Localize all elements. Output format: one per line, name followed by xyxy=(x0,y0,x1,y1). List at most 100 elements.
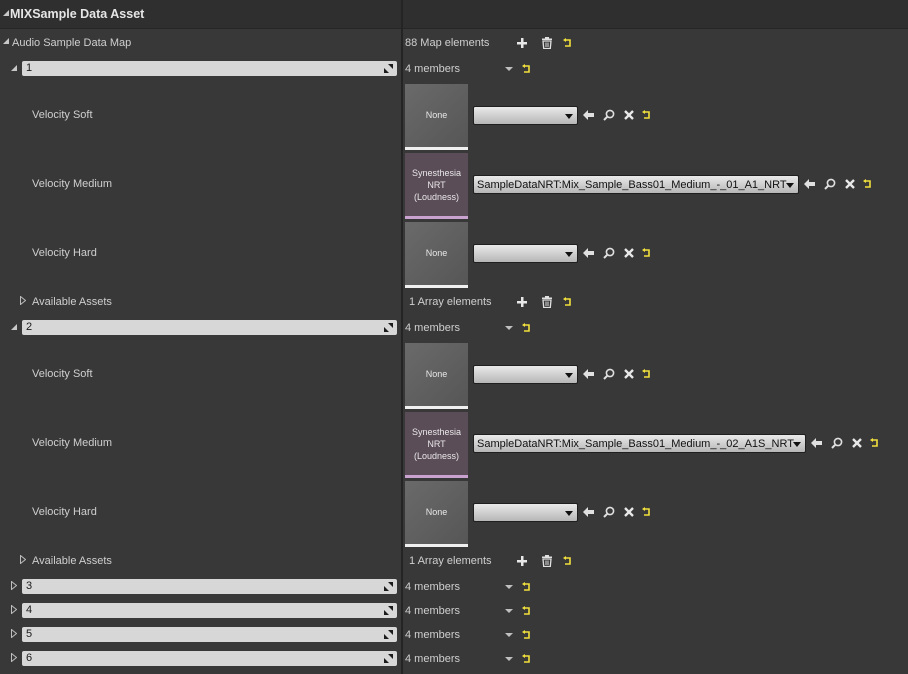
plus-icon[interactable] xyxy=(516,555,528,567)
members-count: 4 members xyxy=(405,629,461,641)
asset-picker-dropdown[interactable]: SampleDataNRT:Mix_Sample_Bass01_Medium_-… xyxy=(473,434,806,453)
x-icon[interactable] xyxy=(851,437,863,449)
map-key-field[interactable]: 3 xyxy=(22,579,397,594)
left-arrow-icon[interactable] xyxy=(583,247,595,259)
reset-arrow-icon[interactable] xyxy=(563,297,573,307)
reset-arrow-icon[interactable] xyxy=(642,110,652,120)
resize-icon[interactable] xyxy=(384,64,393,73)
array-count: 1 Array elements xyxy=(409,296,492,308)
velocity-hard-label: Velocity Hard xyxy=(32,506,97,518)
reset-arrow-icon[interactable] xyxy=(522,582,532,592)
asset-picker-dropdown[interactable] xyxy=(473,106,578,125)
chevron-down-icon[interactable] xyxy=(505,326,513,330)
asset-thumbnail[interactable]: None xyxy=(405,222,468,288)
velocity-soft-label: Velocity Soft xyxy=(32,109,93,121)
x-icon[interactable] xyxy=(623,109,635,121)
map-label: Audio Sample Data Map xyxy=(12,37,132,49)
reset-arrow-icon[interactable] xyxy=(642,369,652,379)
x-icon[interactable] xyxy=(623,506,635,518)
collapse-icon[interactable] xyxy=(3,10,9,16)
x-icon[interactable] xyxy=(844,178,856,190)
asset-thumbnail[interactable]: None xyxy=(405,84,468,150)
chevron-down-icon[interactable] xyxy=(505,633,513,637)
asset-thumbnail[interactable]: Synesthesia NRT (Loudness) xyxy=(405,153,468,219)
resize-icon[interactable] xyxy=(384,323,393,332)
velocity-medium-label: Velocity Medium xyxy=(32,437,113,449)
reset-arrow-icon[interactable] xyxy=(563,556,573,566)
map-key-field[interactable]: 1 xyxy=(22,61,397,76)
asset-picker-dropdown[interactable]: SampleDataNRT:Mix_Sample_Bass01_Medium_-… xyxy=(473,175,799,194)
expand-icon[interactable] xyxy=(20,295,27,306)
chevron-down-icon[interactable] xyxy=(505,609,513,613)
magnifier-icon[interactable] xyxy=(603,506,615,518)
entry-collapse-icon[interactable] xyxy=(11,324,17,330)
reset-arrow-icon[interactable] xyxy=(522,654,532,664)
expand-icon[interactable] xyxy=(11,604,18,615)
asset-title: MIXSample Data Asset xyxy=(10,7,145,21)
reset-arrow-icon[interactable] xyxy=(642,248,652,258)
members-count: 4 members xyxy=(405,322,461,334)
available-assets-label: Available Assets xyxy=(32,296,112,308)
resize-icon[interactable] xyxy=(384,606,393,615)
entry-collapse-icon[interactable] xyxy=(11,65,17,71)
reset-arrow-icon[interactable] xyxy=(870,438,880,448)
members-count: 4 members xyxy=(405,605,461,617)
left-arrow-icon[interactable] xyxy=(804,178,816,190)
asset-thumbnail[interactable]: None xyxy=(405,481,468,547)
expand-icon[interactable] xyxy=(11,628,18,639)
chevron-down-icon[interactable] xyxy=(505,657,513,661)
expand-icon[interactable] xyxy=(11,652,18,663)
magnifier-icon[interactable] xyxy=(831,437,843,449)
reset-arrow-icon[interactable] xyxy=(863,179,873,189)
reset-arrow-icon[interactable] xyxy=(522,64,532,74)
array-count: 1 Array elements xyxy=(409,555,492,567)
reset-arrow-icon[interactable] xyxy=(642,507,652,517)
trash-icon[interactable] xyxy=(541,296,553,308)
asset-picker-dropdown[interactable] xyxy=(473,503,578,522)
x-icon[interactable] xyxy=(623,247,635,259)
map-key-field[interactable]: 2 xyxy=(22,320,397,335)
trash-icon[interactable] xyxy=(541,37,553,49)
map-count: 88 Map elements xyxy=(405,37,490,49)
members-count: 4 members xyxy=(405,653,461,665)
left-arrow-icon[interactable] xyxy=(811,437,823,449)
magnifier-icon[interactable] xyxy=(603,247,615,259)
resize-icon[interactable] xyxy=(384,582,393,591)
velocity-hard-label: Velocity Hard xyxy=(32,247,97,259)
plus-icon[interactable] xyxy=(516,37,528,49)
x-icon[interactable] xyxy=(623,368,635,380)
asset-picker-dropdown[interactable] xyxy=(473,365,578,384)
asset-thumbnail[interactable]: None xyxy=(405,343,468,409)
expand-icon[interactable] xyxy=(11,580,18,591)
map-key-field[interactable]: 4 xyxy=(22,603,397,618)
resize-icon[interactable] xyxy=(384,654,393,663)
chevron-down-icon[interactable] xyxy=(505,67,513,71)
magnifier-icon[interactable] xyxy=(603,109,615,121)
members-count: 4 members xyxy=(405,63,461,75)
map-key-field[interactable]: 6 xyxy=(22,651,397,666)
left-arrow-icon[interactable] xyxy=(583,506,595,518)
available-assets-label: Available Assets xyxy=(32,555,112,567)
trash-icon[interactable] xyxy=(541,555,553,567)
reset-arrow-icon[interactable] xyxy=(522,323,532,333)
expand-icon[interactable] xyxy=(20,554,27,565)
reset-arrow-icon[interactable] xyxy=(522,630,532,640)
details-header: MIXSample Data Asset xyxy=(0,0,908,29)
velocity-medium-label: Velocity Medium xyxy=(32,178,113,190)
asset-thumbnail[interactable]: Synesthesia NRT (Loudness) xyxy=(405,412,468,478)
plus-icon[interactable] xyxy=(516,296,528,308)
velocity-soft-label: Velocity Soft xyxy=(32,368,93,380)
map-collapse-icon[interactable] xyxy=(3,38,9,44)
reset-arrow-icon[interactable] xyxy=(563,38,573,48)
left-arrow-icon[interactable] xyxy=(583,109,595,121)
reset-arrow-icon[interactable] xyxy=(522,606,532,616)
map-key-field[interactable]: 5 xyxy=(22,627,397,642)
asset-picker-dropdown[interactable] xyxy=(473,244,578,263)
members-count: 4 members xyxy=(405,581,461,593)
resize-icon[interactable] xyxy=(384,630,393,639)
magnifier-icon[interactable] xyxy=(603,368,615,380)
column-divider[interactable] xyxy=(401,0,403,674)
magnifier-icon[interactable] xyxy=(824,178,836,190)
left-arrow-icon[interactable] xyxy=(583,368,595,380)
chevron-down-icon[interactable] xyxy=(505,585,513,589)
